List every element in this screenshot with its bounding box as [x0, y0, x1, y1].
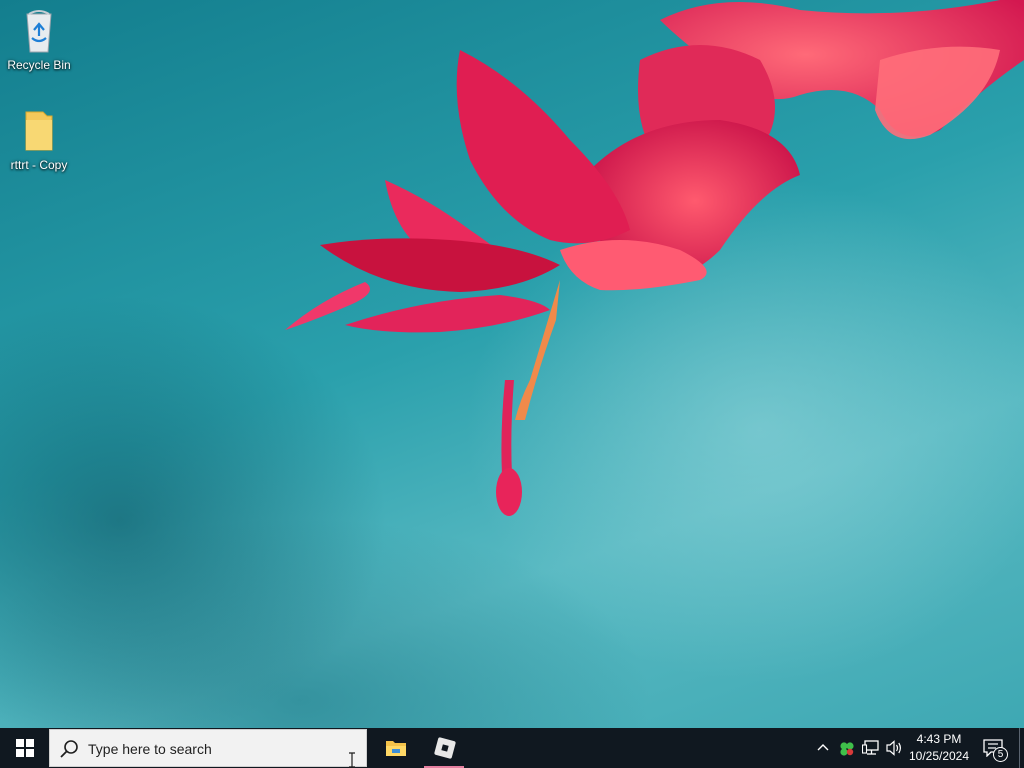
search-placeholder: Type here to search [88, 741, 212, 757]
taskbar-app-file-explorer[interactable] [375, 728, 415, 768]
clover-app-icon [840, 742, 854, 756]
text-cursor-icon [349, 752, 355, 768]
volume-control[interactable] [884, 728, 904, 768]
search-icon [60, 740, 78, 758]
network-status[interactable] [861, 728, 881, 768]
search-input[interactable]: Type here to search [49, 729, 367, 768]
file-explorer-icon [386, 741, 406, 756]
show-hidden-icons-button[interactable] [814, 728, 832, 768]
roblox-icon [434, 737, 456, 759]
notification-count-badge: 5 [993, 747, 1008, 762]
clock-time: 4:43 PM [916, 732, 962, 746]
desktop-icon-label: Recycle Bin [7, 58, 71, 72]
desktop-icon-folder[interactable]: rttrt - Copy [1, 108, 77, 173]
recycle-bin-icon [26, 10, 52, 53]
tray-app-clover[interactable] [836, 728, 858, 768]
network-icon [862, 740, 879, 755]
desktop-icon-label: rttrt - Copy [10, 158, 68, 172]
start-button[interactable] [0, 728, 48, 768]
folder-icon [25, 111, 53, 151]
volume-icon [886, 740, 901, 756]
wallpaper-flower-image [285, 0, 1024, 516]
show-desktop-button[interactable] [1019, 728, 1024, 768]
desktop[interactable]: Recycle Bin rttrt - Copy [0, 0, 1024, 728]
taskbar-app-roblox[interactable] [424, 728, 464, 768]
taskbar: Type here to search 4:43 PM 10/25/2024 5 [0, 728, 1024, 768]
desktop-icon-recycle-bin[interactable]: Recycle Bin [1, 8, 77, 73]
chevron-up-icon [817, 744, 829, 751]
windows-logo-icon [16, 739, 34, 757]
taskbar-clock[interactable]: 4:43 PM 10/25/2024 [903, 731, 975, 765]
clock-date: 10/25/2024 [908, 749, 970, 763]
action-center-button[interactable]: 5 [976, 728, 1016, 768]
